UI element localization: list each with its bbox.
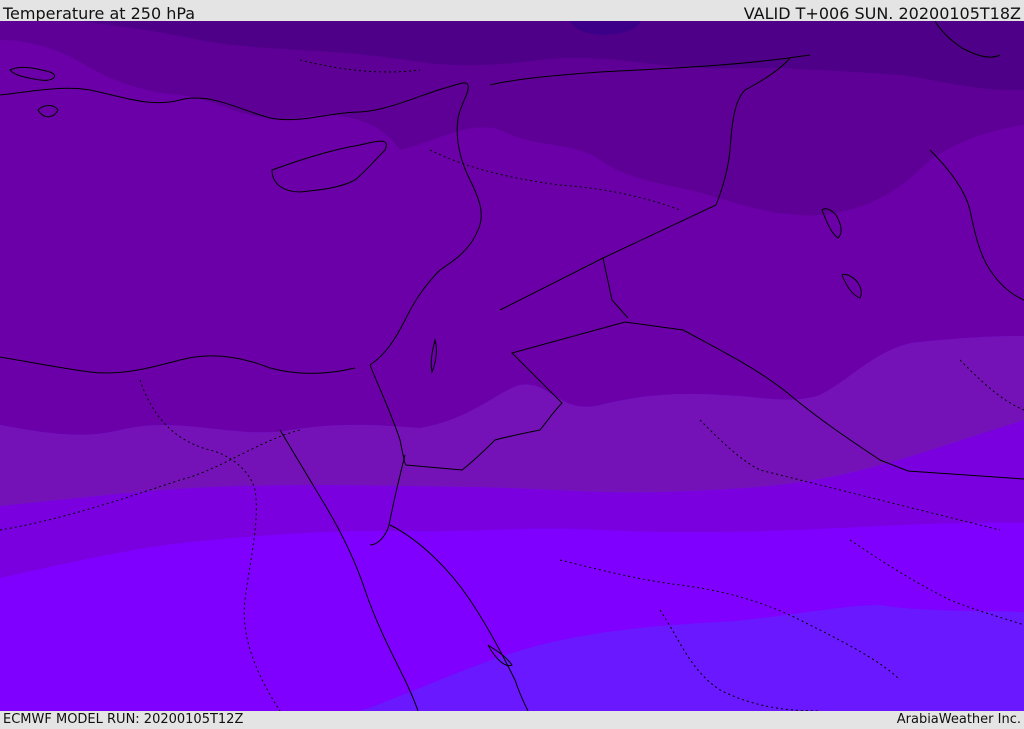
model-run-label: ECMWF MODEL RUN: 20200105T12Z — [3, 712, 244, 727]
credit-label: ArabiaWeather Inc. — [896, 712, 1021, 727]
forecast-map-view: Temperature at 250 hPa VALID T+006 SUN. … — [0, 0, 1024, 729]
temperature-map — [0, 21, 1024, 711]
